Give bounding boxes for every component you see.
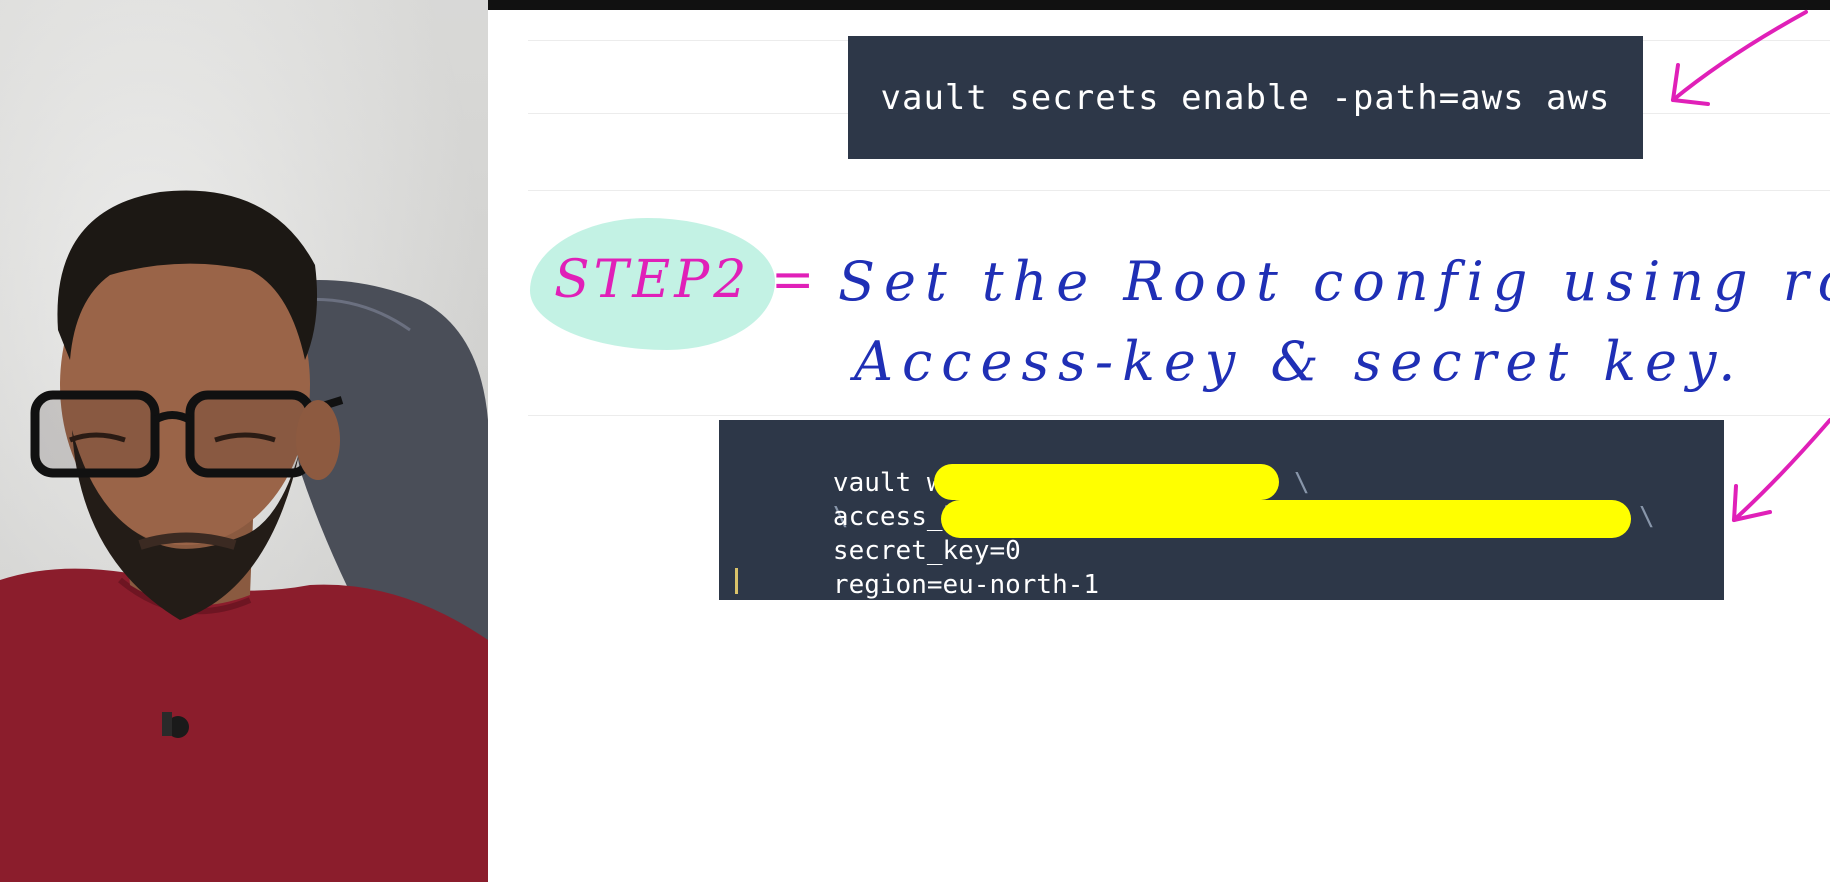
step-label: STEP2 = bbox=[554, 250, 819, 310]
presenter-video bbox=[0, 190, 488, 882]
shirt bbox=[0, 568, 488, 882]
command-block-enable-secrets: vault secrets enable -path=aws aws bbox=[848, 36, 1643, 159]
code-text: region=eu-north-1 bbox=[832, 570, 1100, 600]
arrow-annotation-2 bbox=[1732, 418, 1830, 522]
line-continuation: \ bbox=[1639, 502, 1655, 532]
step-description-line-1: Set the Root config using root bbox=[838, 250, 1830, 313]
step-description-line-2: Access-key & secret key. bbox=[854, 330, 1745, 393]
redaction-secret-key bbox=[941, 500, 1631, 538]
arrow-annotation-1 bbox=[1671, 10, 1808, 106]
command-text: vault secrets enable -path=aws aws bbox=[880, 77, 1611, 118]
code-line-4: region=eu-north-1 bbox=[739, 534, 1099, 636]
text-cursor bbox=[735, 568, 738, 594]
whiteboard: vault secrets enable -path=aws aws STEP2… bbox=[488, 0, 1830, 882]
top-edge-bar bbox=[488, 0, 1830, 10]
command-block-config-root: vault write aws/config/root \ access_key… bbox=[719, 420, 1724, 600]
ruled-line bbox=[528, 415, 1830, 416]
ruled-line bbox=[528, 190, 1830, 191]
webcam-overlay bbox=[0, 0, 488, 882]
line-continuation: \ bbox=[1294, 468, 1310, 498]
redaction-access-key bbox=[934, 464, 1279, 500]
